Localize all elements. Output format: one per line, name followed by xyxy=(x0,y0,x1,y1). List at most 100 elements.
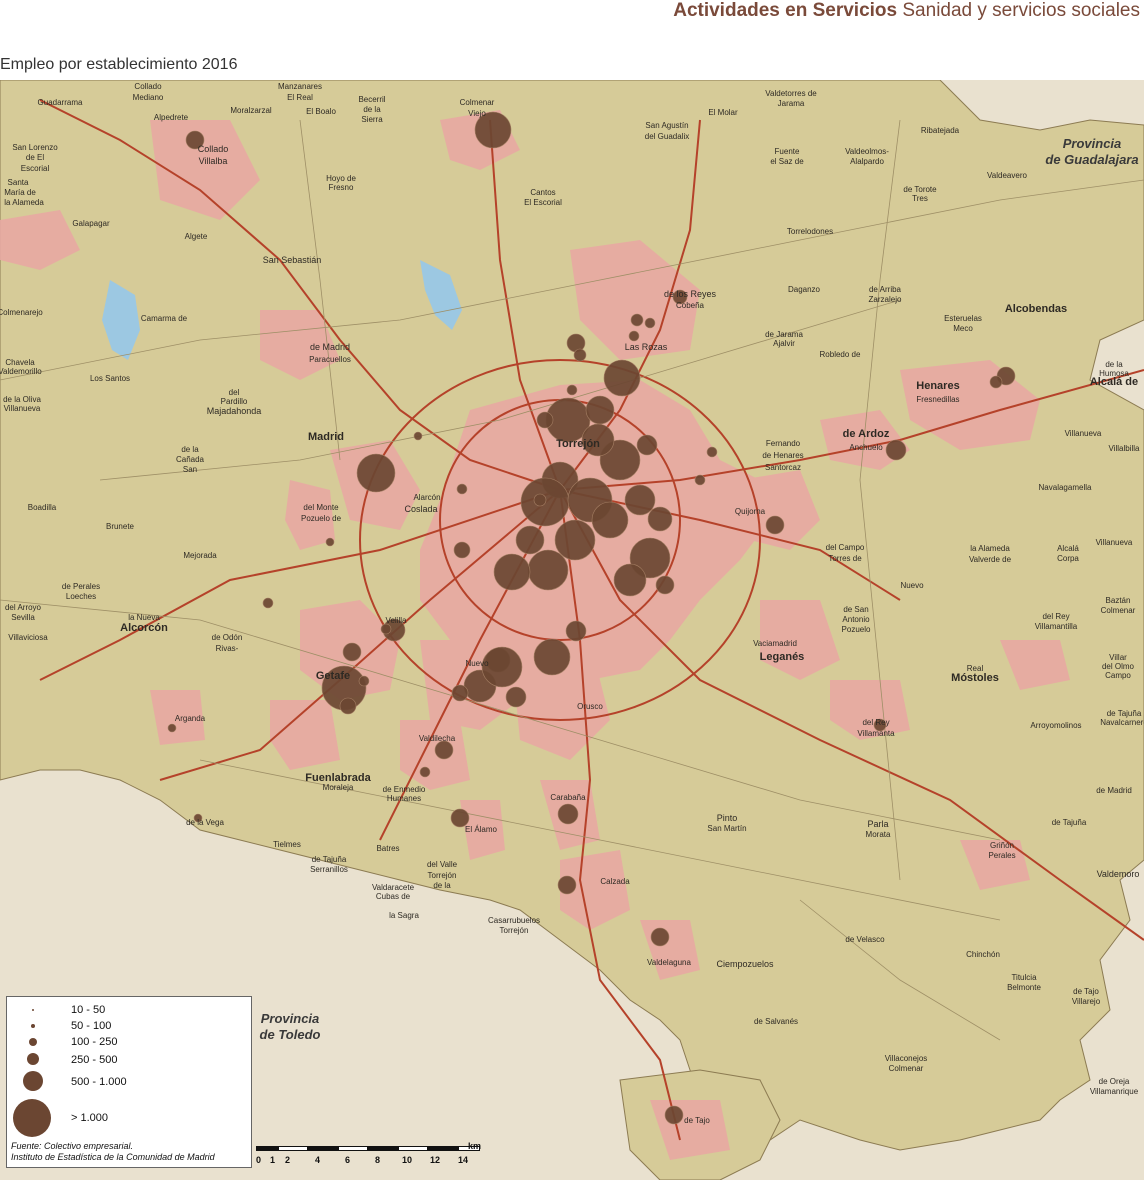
employment-circle xyxy=(515,525,545,555)
place-label: Villaviciosa xyxy=(8,633,48,642)
place-label: Fernando xyxy=(766,439,801,448)
place-label: Vaciamadrid xyxy=(753,639,797,648)
place-label: de la xyxy=(433,881,451,890)
source-line2: Instituto de Estadística de la Comunidad… xyxy=(11,1152,215,1162)
scale-tick: 2 xyxy=(285,1155,291,1165)
legend-symbol xyxy=(32,1009,34,1011)
place-label: El Boalo xyxy=(306,107,336,116)
place-label: San Martín xyxy=(707,824,746,833)
legend-item: 250 - 500 xyxy=(7,1049,247,1069)
province-guadalajara-line2: de Guadalajara xyxy=(1045,152,1138,167)
employment-circle xyxy=(650,927,670,947)
employment-circle xyxy=(453,541,471,559)
place-label: Colmenarejo xyxy=(0,308,43,317)
employment-circle xyxy=(419,766,431,778)
place-label: Villamanta xyxy=(857,729,895,738)
place-label: Robledo de xyxy=(820,350,861,359)
employment-circle xyxy=(262,597,274,609)
place-label: Esteruelas xyxy=(944,314,982,323)
place-label: San xyxy=(183,465,197,474)
place-label: Ajalvir xyxy=(773,339,795,348)
place-label: Calzada xyxy=(600,877,630,886)
place-label: Cañada xyxy=(176,455,205,464)
place-label: Alpedrete xyxy=(154,113,189,122)
place-label: Algete xyxy=(185,232,208,241)
place-label: Serranillos xyxy=(310,865,348,874)
place-label: Pardillo xyxy=(221,397,248,406)
place-label: San Sebastián xyxy=(263,255,322,265)
place-label: Villanueva xyxy=(4,404,41,413)
place-label: del xyxy=(229,388,240,397)
employment-circle xyxy=(566,384,578,396)
place-label: el Saz de xyxy=(770,157,804,166)
place-label: del Olmo xyxy=(1102,662,1135,671)
place-label: Camarma de xyxy=(141,314,188,323)
place-label: Rivas- xyxy=(216,644,239,653)
place-label: Arganda xyxy=(175,714,206,723)
legend-symbol xyxy=(27,1053,39,1065)
place-label: Valdemorillo xyxy=(0,367,42,376)
place-label: El Álamo xyxy=(465,825,498,834)
place-label: de Velasco xyxy=(845,935,885,944)
place-label: de Ardoz xyxy=(843,428,890,440)
legend-symbol xyxy=(13,1099,51,1137)
place-label: de Henares xyxy=(762,451,803,460)
source-line1: Fuente: Colectivo empresarial. xyxy=(11,1141,134,1151)
place-label: de la xyxy=(1105,360,1123,369)
place-label: Quijorna xyxy=(735,507,766,516)
place-label: Jarama xyxy=(778,99,805,108)
employment-circle xyxy=(342,642,362,662)
place-label: de Arriba xyxy=(869,285,902,294)
place-label: del Arroyo xyxy=(5,603,42,612)
place-label: de Oreja xyxy=(1099,1077,1130,1086)
scale-tick: 4 xyxy=(315,1155,321,1165)
place-label: Alcorcón xyxy=(120,622,168,634)
employment-circle xyxy=(664,1105,684,1125)
scale-tick: 10 xyxy=(402,1155,413,1165)
place-label: Madrid xyxy=(308,431,344,443)
legend-label: 250 - 500 xyxy=(71,1054,118,1066)
place-label: Valdelaguna xyxy=(647,958,691,967)
employment-circle xyxy=(434,740,454,760)
employment-circle xyxy=(451,684,469,702)
employment-circle xyxy=(565,620,587,642)
place-label: Corpa xyxy=(1057,554,1079,563)
place-label: de San xyxy=(843,605,868,614)
place-label: Parla xyxy=(867,819,888,829)
place-label: Torrejón xyxy=(556,438,600,450)
employment-circle xyxy=(989,375,1003,389)
employment-circle xyxy=(585,395,615,425)
place-label: Cantos xyxy=(530,188,555,197)
source-note: Fuente: Colectivo empresarial. Instituto… xyxy=(11,1141,215,1163)
place-label: Ribatejada xyxy=(921,126,960,135)
place-label: Villalbilla xyxy=(1109,444,1141,453)
legend-item: 500 - 1.000 xyxy=(7,1069,247,1091)
place-label: Valdetorres de xyxy=(765,89,817,98)
scale-tick: 1 xyxy=(270,1155,276,1165)
place-label: Zarzalejo xyxy=(869,295,902,304)
title-bold: Actividades en Servicios xyxy=(673,0,898,21)
employment-circle xyxy=(339,697,357,715)
place-label: de Torote xyxy=(903,185,937,194)
place-label: Hoyo de xyxy=(326,174,356,183)
scale-bar: km 0 1 2 4 6 8 10 12 14 xyxy=(256,1141,486,1169)
place-label: Chavela xyxy=(5,358,35,367)
employment-circle xyxy=(356,453,396,493)
place-label: Griñón xyxy=(990,841,1014,850)
place-label: Sierra xyxy=(361,115,383,124)
place-label: de Salvanés xyxy=(754,1017,798,1026)
place-label: Navalagamella xyxy=(1039,483,1092,492)
place-label: Alcobendas xyxy=(1005,303,1067,315)
place-label: de la Oliva xyxy=(3,395,41,404)
place-label: El Molar xyxy=(708,108,738,117)
place-label: San Agustín xyxy=(645,121,688,130)
place-label: Meco xyxy=(953,324,973,333)
place-label: Fresno xyxy=(329,183,354,192)
scale-tick: 0 xyxy=(256,1155,262,1165)
place-label: Majadahonda xyxy=(207,406,262,416)
place-label: Fresnedillas xyxy=(916,395,959,404)
place-label: Torres de xyxy=(828,554,862,563)
place-label: Antonio xyxy=(842,615,870,624)
place-label: Mediano xyxy=(133,93,164,102)
place-label: Mejorada xyxy=(183,551,217,560)
